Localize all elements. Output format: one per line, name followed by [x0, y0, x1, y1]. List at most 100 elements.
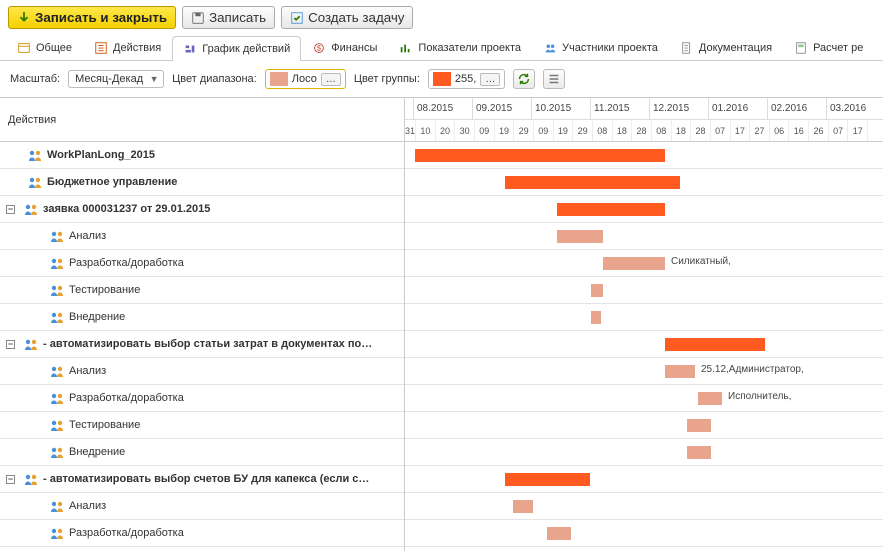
- people-icon: [49, 525, 65, 541]
- expand-toggle[interactable]: −: [6, 340, 15, 349]
- gantt-row-label[interactable]: Анализ: [0, 358, 404, 385]
- gantt-row-bars: Силикатный,: [405, 250, 883, 277]
- gantt-row-label[interactable]: Внедрение: [0, 439, 404, 466]
- task-bar[interactable]: [513, 500, 533, 513]
- tab-finance[interactable]: $ Финансы: [301, 35, 388, 60]
- bar-label: 25.12,Администратор,: [701, 364, 804, 375]
- finance-icon: $: [312, 41, 326, 55]
- gantt-row-bars: [405, 493, 883, 520]
- months-header: 08.201509.201510.201511.201512.201501.20…: [405, 98, 883, 120]
- gantt-row-bars: [405, 412, 883, 439]
- save-icon: [191, 11, 205, 25]
- people-icon: [23, 201, 39, 217]
- task-bar[interactable]: [698, 392, 722, 405]
- tab-label: Документация: [699, 42, 772, 54]
- tab-label: Показатели проекта: [418, 42, 521, 54]
- tab-docs[interactable]: Документация: [669, 35, 783, 60]
- expand-toggle[interactable]: −: [6, 475, 15, 484]
- tab-members[interactable]: Участники проекта: [532, 35, 669, 60]
- gantt-row-label[interactable]: − - автоматизировать выбор статьи затрат…: [0, 331, 404, 358]
- create-task-button[interactable]: Создать задачу: [281, 6, 413, 29]
- gantt-row-bars: [405, 466, 883, 493]
- task-bar[interactable]: [665, 365, 695, 378]
- bar-label: Исполнитель,: [728, 391, 791, 402]
- group-bar[interactable]: [557, 203, 665, 216]
- gantt-row-bars: [405, 520, 883, 547]
- row-text: Бюджетное управление: [47, 176, 177, 188]
- gantt-row-label[interactable]: Разработка/доработка: [0, 250, 404, 277]
- range-color-picker-button[interactable]: …: [321, 73, 341, 86]
- gantt-row-label[interactable]: Анализ: [0, 493, 404, 520]
- svg-text:$: $: [317, 46, 321, 53]
- scale-select[interactable]: Месяц-Декад ▼: [68, 70, 164, 88]
- gantt-row-bars: [405, 277, 883, 304]
- days-header: 3110203009192909192908182808182807172706…: [405, 120, 883, 141]
- gantt-row-label[interactable]: Бюджетное управление: [0, 169, 404, 196]
- task-bar[interactable]: [591, 311, 601, 324]
- gantt-row-label[interactable]: − - автоматизировать выбор счетов БУ для…: [0, 466, 404, 493]
- day-cell: 19: [554, 120, 574, 141]
- tab-calc[interactable]: Расчет ре: [783, 35, 874, 60]
- expand-toggle[interactable]: −: [6, 205, 15, 214]
- group-color-picker-button[interactable]: …: [480, 73, 500, 86]
- range-color-field[interactable]: Лосо …: [265, 69, 346, 89]
- tab-actions[interactable]: Действия: [83, 35, 172, 60]
- day-cell: 30: [455, 120, 475, 141]
- gantt-row-label[interactable]: Разработка/доработка: [0, 385, 404, 412]
- month-cell: 08.2015: [414, 98, 473, 119]
- group-bar[interactable]: [505, 473, 590, 486]
- gantt-bars-area[interactable]: Силикатный, 25.12,Администратор, Исполните…: [405, 142, 883, 551]
- gantt-row-label[interactable]: Внедрение: [0, 304, 404, 331]
- people-icon: [49, 363, 65, 379]
- actions-column-header: Действия: [0, 98, 404, 142]
- tab-label: Расчет ре: [813, 42, 863, 54]
- save-button[interactable]: Записать: [182, 6, 275, 29]
- members-icon: [543, 41, 557, 55]
- people-icon: [27, 174, 43, 190]
- calc-icon: [794, 41, 808, 55]
- day-cell: 08: [652, 120, 672, 141]
- task-bar[interactable]: [687, 419, 711, 432]
- gantt-row-label[interactable]: Разработка/доработка: [0, 520, 404, 547]
- task-bar[interactable]: [687, 446, 711, 459]
- tab-label: Общее: [36, 42, 72, 54]
- month-cell: 10.2015: [532, 98, 591, 119]
- row-text: Разработка/доработка: [69, 527, 184, 539]
- gantt-row-bars: [405, 142, 883, 169]
- group-color-field[interactable]: 255, …: [428, 69, 505, 89]
- tab-common[interactable]: Общее: [6, 35, 83, 60]
- day-cell: 19: [495, 120, 515, 141]
- docs-icon: [680, 41, 694, 55]
- day-cell: 29: [573, 120, 593, 141]
- gantt-left-column: Действия WorkPlanLong_2015 Бюджетное упра…: [0, 98, 405, 551]
- tab-schedule[interactable]: График действий: [172, 36, 301, 61]
- gantt-row-label[interactable]: Тестирование: [0, 277, 404, 304]
- gantt-row-label[interactable]: −заявка 000031237 от 29.01.2015: [0, 196, 404, 223]
- group-bar[interactable]: [665, 338, 765, 351]
- refresh-button[interactable]: [513, 69, 535, 89]
- group-bar[interactable]: [415, 149, 665, 162]
- tab-label: Финансы: [331, 42, 377, 54]
- gantt-row-bars: [405, 223, 883, 250]
- group-bar[interactable]: [505, 176, 680, 189]
- task-icon: [290, 11, 304, 25]
- row-text: Тестирование: [69, 284, 140, 296]
- task-bar[interactable]: [547, 527, 571, 540]
- day-cell: 17: [731, 120, 751, 141]
- task-bar[interactable]: [591, 284, 603, 297]
- gantt-chart: Действия WorkPlanLong_2015 Бюджетное упра…: [0, 97, 883, 551]
- task-bar[interactable]: [557, 230, 603, 243]
- list-settings-button[interactable]: [543, 69, 565, 89]
- gantt-row-label[interactable]: WorkPlanLong_2015: [0, 142, 404, 169]
- save-and-close-button[interactable]: Записать и закрыть: [8, 6, 176, 29]
- gantt-row-bars: [405, 439, 883, 466]
- schedule-icon: [183, 42, 197, 56]
- people-icon: [49, 498, 65, 514]
- month-cell: 01.2016: [709, 98, 768, 119]
- day-cell: 20: [436, 120, 456, 141]
- task-bar[interactable]: [603, 257, 665, 270]
- gantt-row-label[interactable]: Анализ: [0, 223, 404, 250]
- tab-label: Действия: [113, 42, 161, 54]
- gantt-row-label[interactable]: Тестирование: [0, 412, 404, 439]
- tab-indicators[interactable]: Показатели проекта: [388, 35, 532, 60]
